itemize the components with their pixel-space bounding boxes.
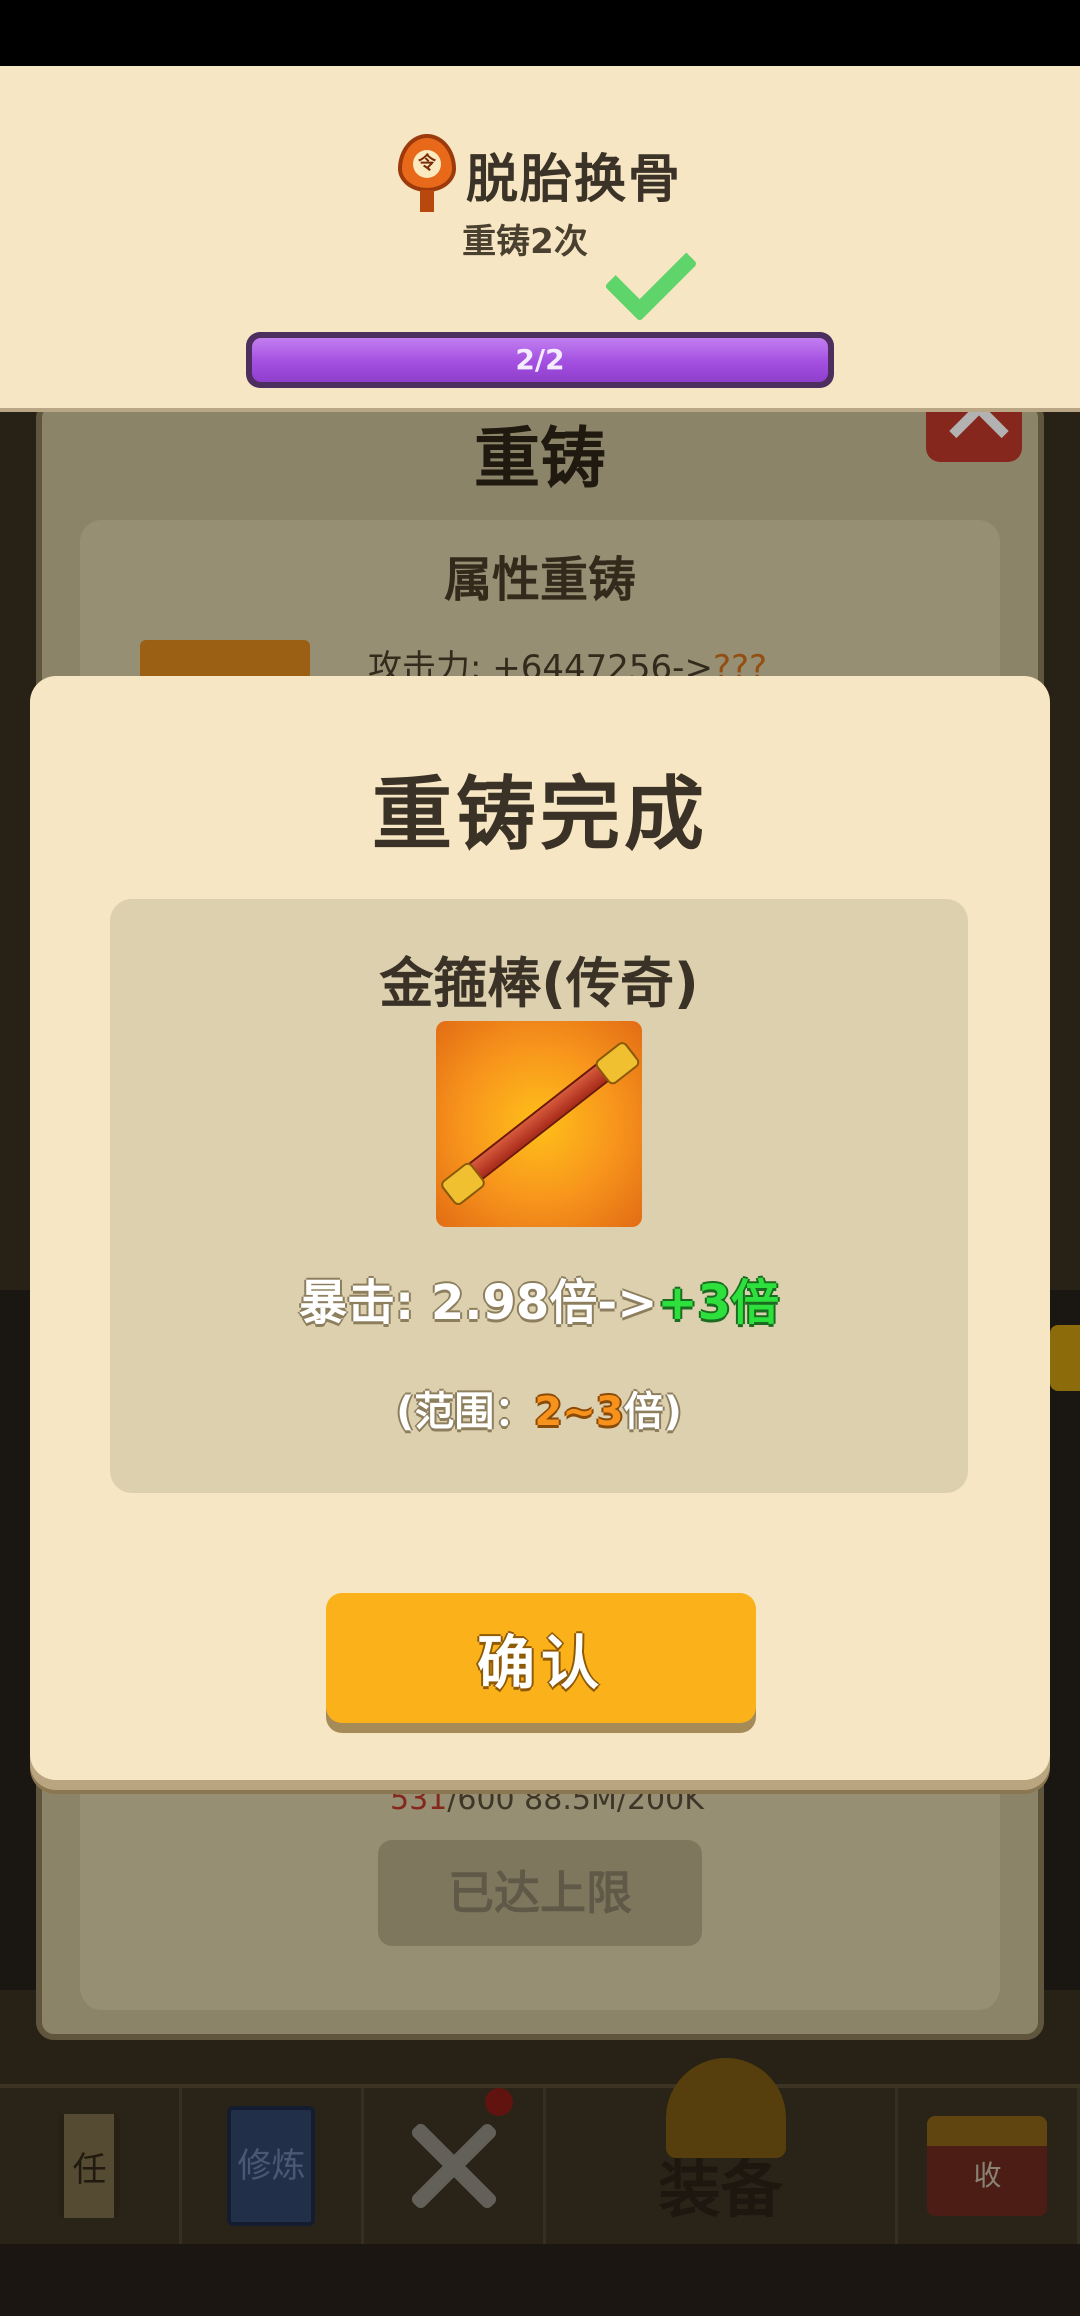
range-low: 2 [534,1389,563,1435]
stat-old: 暴击: 2.98倍-> [298,1275,658,1331]
achievement-title-row: 令 脱胎换骨 [0,134,1080,214]
confirm-button[interactable]: 确认 [326,1593,756,1723]
flame-token-text: 令 [412,150,441,178]
range-high: 3 [595,1389,624,1435]
flame-token-icon: 令 [397,134,456,214]
achievement-title: 脱胎换骨 [465,149,682,210]
golden-staff-icon [436,1021,642,1227]
achievement-progress-bar: 2/2 [246,332,834,388]
staff-shape [440,1041,638,1203]
range-separator: ~ [562,1389,596,1435]
item-name: 金箍棒(传奇) [379,952,699,1015]
game-screen: 重铸 属性重铸 攻击力: +6447256->??? 531/600 88.5M… [0,0,1080,2316]
result-card: 金箍棒(传奇) 暴击: 2.98倍->+3倍 (范围：2~3倍) [110,899,968,1493]
range-prefix: (范围： [396,1389,535,1435]
dialog-title: 重铸完成 [372,768,708,861]
stat-change-line: 暴击: 2.98倍->+3倍 [110,1263,968,1333]
progress-text: 2/2 [515,343,565,376]
flame-stand [419,190,434,212]
achievement-subtitle: 重铸2次 [462,222,588,262]
stat-range-line: (范围：2~3倍) [110,1379,968,1437]
reforge-complete-dialog: 重铸完成 金箍棒(传奇) 暴击: 2.98倍->+3倍 (范围：2~3倍) 确认 [30,676,1050,1780]
flame-shape: 令 [397,134,456,192]
checkmark-icon [606,244,680,314]
progress-fill: 2/2 [252,338,828,382]
range-suffix: 倍) [623,1389,682,1435]
stat-new: +3倍 [657,1275,780,1331]
